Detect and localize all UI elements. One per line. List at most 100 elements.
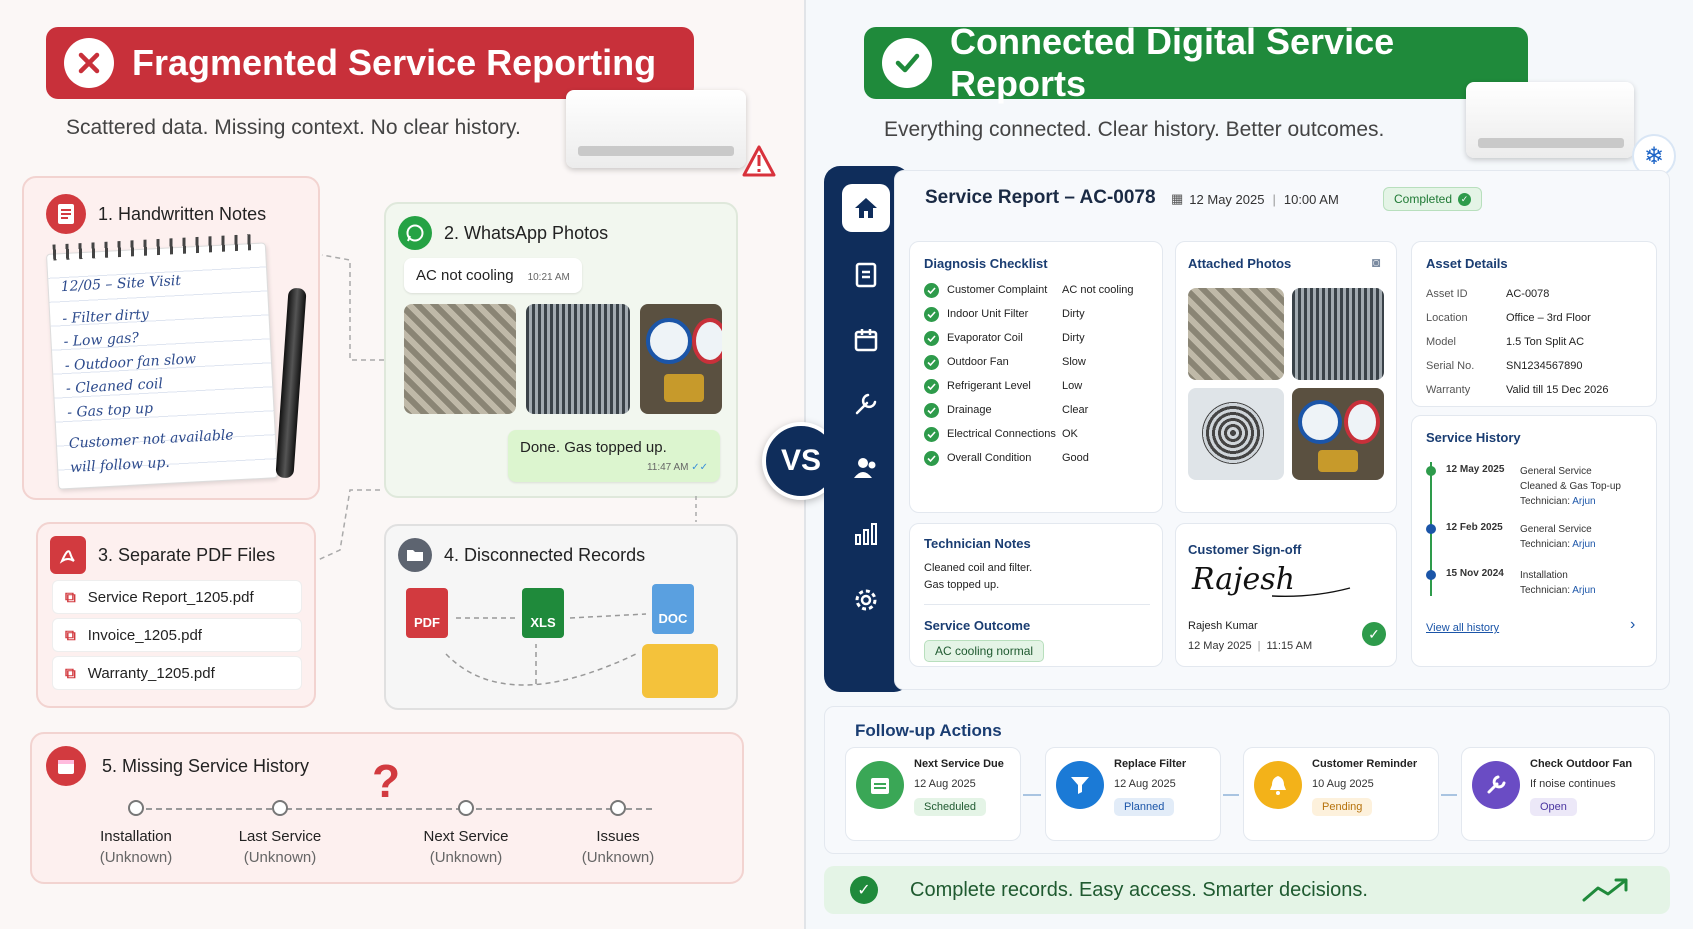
checkmark-icon bbox=[882, 38, 932, 88]
followup-actions: Follow-up Actions Next Service Due 12 Aug… bbox=[824, 706, 1670, 854]
handwritten-notes-card: 1. Handwritten Notes 12/05 – Site Visit … bbox=[22, 176, 320, 500]
right-title-banner: Connected Digital Service Reports bbox=[864, 21, 1528, 104]
pdf-file-row[interactable]: ⧉ Invoice_1205.pdf bbox=[52, 618, 302, 652]
users-icon[interactable] bbox=[842, 444, 890, 492]
checklist-row: Electrical Connections OK bbox=[924, 422, 1156, 446]
missing-history-card: 5. Missing Service History ? Installatio… bbox=[30, 732, 744, 884]
whatsapp-title: 2. WhatsApp Photos bbox=[444, 222, 609, 243]
camera-icon[interactable]: ◙ bbox=[1372, 254, 1380, 270]
check-icon: ✓ bbox=[1458, 192, 1472, 206]
notepad: 12/05 – Site Visit - Filter dirty - Low … bbox=[45, 234, 279, 490]
checklist-row: Customer Complaint AC not cooling bbox=[924, 278, 1156, 302]
right-subtitle: Everything connected. Clear history. Bet… bbox=[884, 118, 1385, 141]
checklist-row: Drainage Clear bbox=[924, 398, 1156, 422]
timeline-dot bbox=[1426, 524, 1436, 534]
report-title: Service Report – AC-0078 bbox=[925, 187, 1156, 208]
technician-notes: Technician Notes Cleaned coil and filter… bbox=[909, 523, 1163, 667]
attached-photos: Attached Photos ◙ bbox=[1175, 241, 1397, 513]
notes-title: 1. Handwritten Notes bbox=[98, 203, 267, 224]
message-bubble-incoming: AC not cooling 10:21 AM bbox=[404, 258, 582, 293]
timeline-label: Installation (Unknown) bbox=[99, 828, 173, 866]
check-icon bbox=[924, 402, 939, 418]
asset-row: Serial No. SN1234567890 bbox=[1426, 360, 1583, 372]
checklist-row: Overall Condition Good bbox=[924, 446, 1156, 470]
pdf-title: 3. Separate PDF Files bbox=[98, 544, 276, 565]
checklist-row: Indoor Unit Filter Dirty bbox=[924, 302, 1156, 326]
diagnosis-checklist: Diagnosis Checklist Customer Complaint AC… bbox=[909, 241, 1163, 513]
question-mark: ? bbox=[372, 755, 401, 807]
filter-photo bbox=[404, 304, 516, 414]
history-title: 5. Missing Service History bbox=[102, 755, 310, 776]
check-icon bbox=[924, 378, 939, 394]
check-icon bbox=[924, 450, 939, 466]
timeline-dot bbox=[1426, 570, 1436, 580]
timeline-node bbox=[610, 800, 626, 816]
check-icon bbox=[924, 426, 939, 442]
asset-details: Asset Details Asset ID AC-0078 Location Off… bbox=[1411, 241, 1657, 407]
check-icon: ✓ bbox=[850, 876, 878, 904]
outdoor-unit-photo[interactable] bbox=[1188, 388, 1284, 480]
gear-icon[interactable] bbox=[842, 576, 890, 624]
bar-chart-icon[interactable] bbox=[842, 510, 890, 558]
report-date: 12 May 2025 bbox=[1189, 191, 1265, 207]
check-icon: ✓ bbox=[1362, 622, 1386, 646]
pdf-icon bbox=[50, 536, 86, 574]
document-icon bbox=[46, 194, 86, 234]
timeline-node bbox=[458, 800, 474, 816]
comparison-infographic: Fragmented Service Reporting Scattered d… bbox=[0, 0, 1693, 929]
checklist-row: Refrigerant Level Low bbox=[924, 374, 1156, 398]
coil-photo bbox=[526, 304, 630, 414]
calendar-icon bbox=[46, 746, 86, 786]
timeline-label: Last Service (Unknown) bbox=[238, 828, 322, 866]
checklist-row: Evaporator Coil Dirty bbox=[924, 326, 1156, 350]
whatsapp-photos-card: 2. WhatsApp Photos AC not cooling 10:21 A… bbox=[384, 202, 738, 498]
checklist-row: Outdoor Fan Slow bbox=[924, 350, 1156, 374]
check-icon bbox=[924, 282, 939, 298]
pdf-file-icon: ⧉ bbox=[65, 626, 76, 644]
check-icon bbox=[924, 354, 939, 370]
timeline-label: Next Service (Unknown) bbox=[423, 828, 509, 866]
view-all-history-link[interactable]: View all history bbox=[1426, 622, 1499, 634]
customer-signoff: Customer Sign-off Rajesh Rajesh Kumar 12… bbox=[1175, 523, 1397, 667]
outcome-badge: AC cooling normal bbox=[924, 640, 1045, 662]
separate-pdf-card: 3. Separate PDF Files ⧉ Service Report_12… bbox=[36, 522, 316, 708]
disconnected-records-card: 4. Disconnected Records PDF XLS DOC bbox=[384, 524, 738, 710]
service-history: Service History 12 May 2025 General Servi… bbox=[1411, 415, 1657, 667]
footer-text: Complete records. Easy access. Smarter d… bbox=[910, 878, 1368, 901]
gauge-photo[interactable] bbox=[1292, 388, 1384, 480]
pdf-file-row[interactable]: ⧉ Warranty_1205.pdf bbox=[52, 656, 302, 690]
left-subtitle: Scattered data. Missing context. No clea… bbox=[66, 116, 521, 139]
trend-up-icon bbox=[1582, 878, 1628, 902]
timeline-label: Issues (Unknown) bbox=[581, 828, 655, 866]
pdf-file-icon: ⧉ bbox=[65, 664, 76, 682]
ac-unit-cool-image: ❄ bbox=[1466, 82, 1676, 178]
clipboard-icon[interactable] bbox=[842, 250, 890, 298]
timeline-dot bbox=[1426, 466, 1436, 476]
asset-row: Asset ID AC-0078 bbox=[1426, 288, 1550, 300]
asset-row: Warranty Valid till 15 Dec 2026 bbox=[1426, 384, 1609, 396]
message-bubble-outgoing: Done. Gas topped up. 11:47 AM ✓✓ bbox=[508, 430, 720, 482]
status-badge: Completed ✓ bbox=[1383, 187, 1483, 211]
report-time: 10:00 AM bbox=[1283, 191, 1339, 207]
gauge-photo bbox=[640, 304, 722, 414]
left-title: Fragmented Service Reporting bbox=[132, 42, 657, 83]
asset-row: Location Office – 3rd Floor bbox=[1426, 312, 1591, 324]
calendar-icon: ▦ bbox=[1171, 191, 1184, 206]
chevron-right-icon[interactable]: › bbox=[1630, 616, 1635, 634]
right-title: Connected Digital Service Reports bbox=[950, 21, 1395, 104]
check-icon bbox=[924, 306, 939, 322]
coil-photo[interactable] bbox=[1292, 288, 1384, 380]
filter-photo[interactable] bbox=[1188, 288, 1284, 380]
left-title-banner: Fragmented Service Reporting bbox=[46, 27, 694, 99]
service-report-panel: Service Report – AC-0078 ▦ 12 May 2025 |… bbox=[894, 170, 1670, 690]
pdf-file-icon: ⧉ bbox=[65, 588, 76, 606]
calendar-icon[interactable] bbox=[842, 316, 890, 364]
ac-unit-warning-image bbox=[566, 90, 776, 177]
double-check-icon: ✓✓ bbox=[691, 462, 708, 473]
home-icon[interactable] bbox=[842, 184, 890, 232]
warning-icon bbox=[742, 145, 776, 177]
asset-row: Model 1.5 Ton Split AC bbox=[1426, 336, 1585, 348]
timeline-node bbox=[128, 800, 144, 816]
wrench-icon[interactable] bbox=[842, 380, 890, 428]
pdf-file-row[interactable]: ⧉ Service Report_1205.pdf bbox=[52, 580, 302, 614]
